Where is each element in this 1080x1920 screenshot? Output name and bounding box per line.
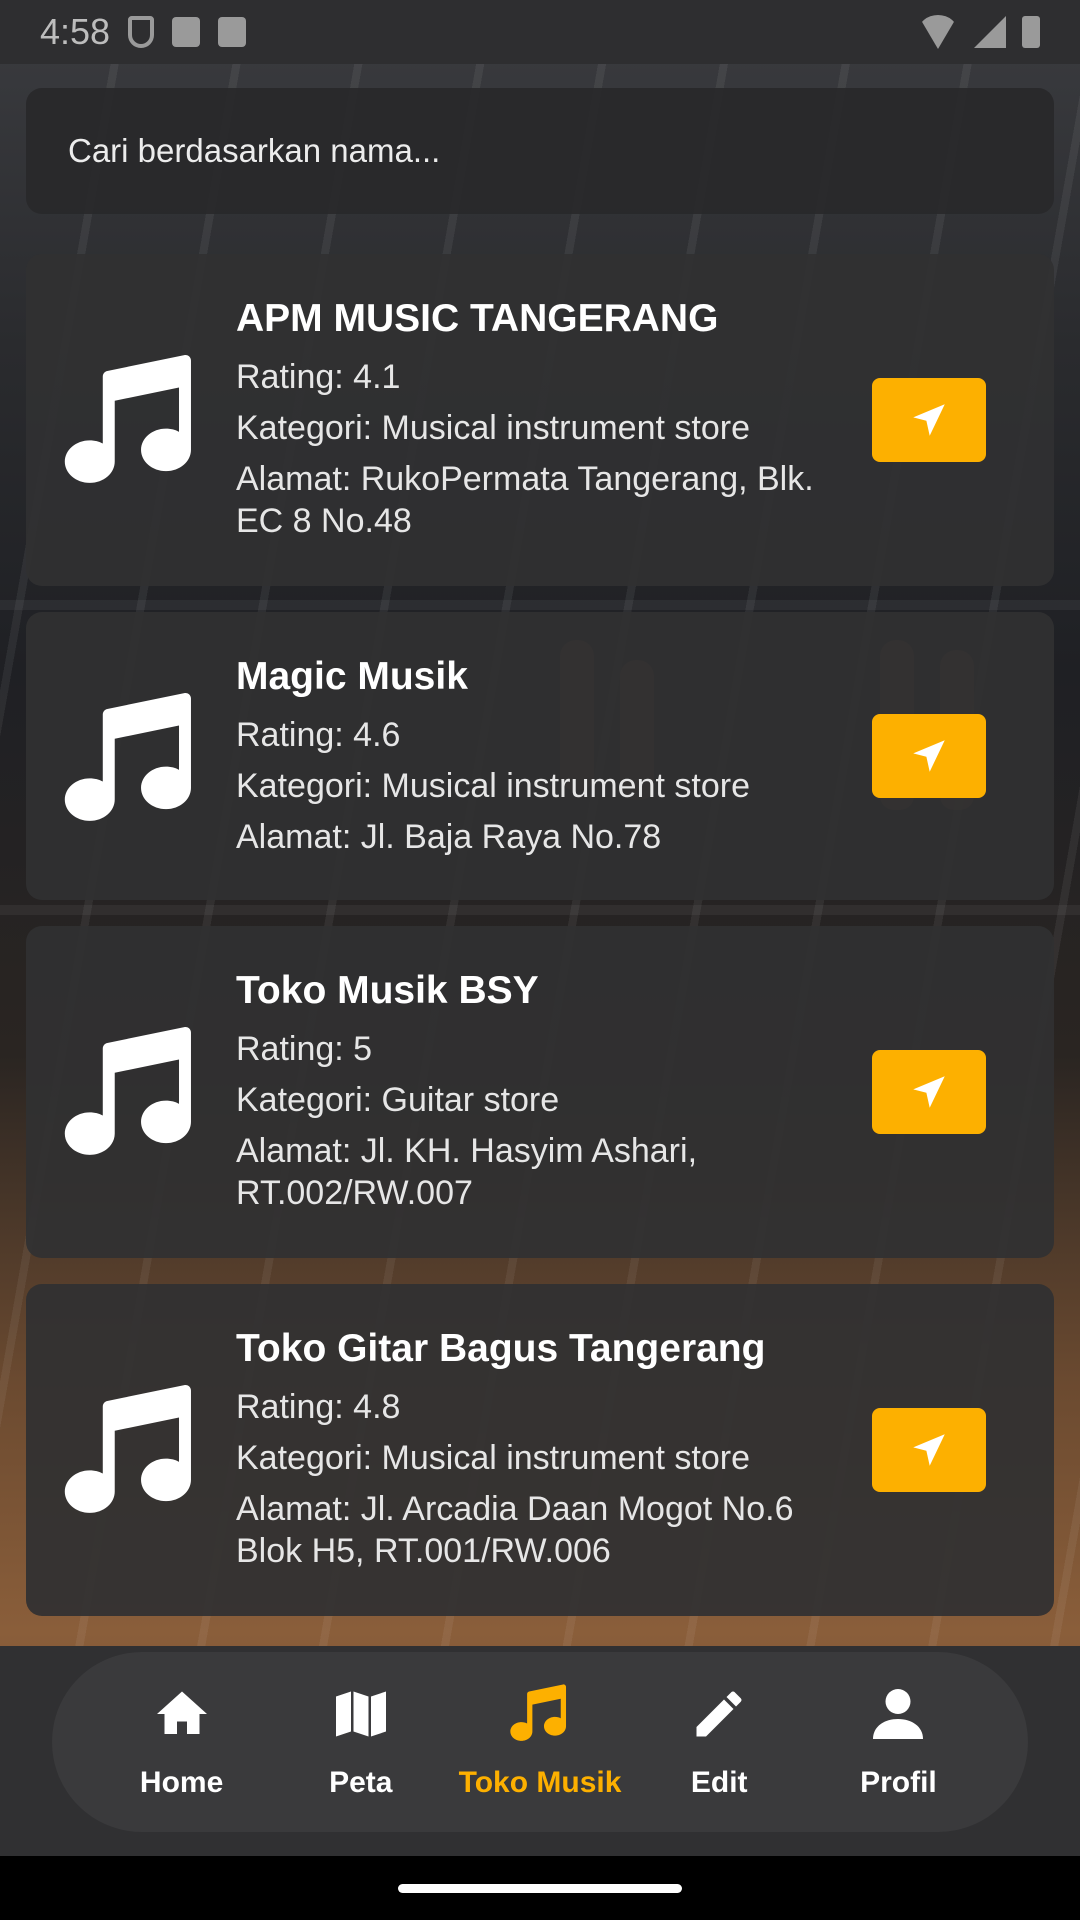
home-icon [156,1691,207,1734]
battery-icon [1022,16,1040,48]
search-bar[interactable] [26,88,1054,214]
navigate-button[interactable] [872,1050,986,1134]
music-note-icon [64,1384,191,1513]
nav-label-toko-musik: Toko Musik [458,1766,622,1799]
shield-icon [128,16,155,48]
store-name: Magic Musik [236,655,468,698]
store-category: Kategori: Musical instrument store [236,767,750,805]
store-category: Kategori: Musical instrument store [236,409,750,447]
store-card[interactable]: Toko Musik BSY Rating: 5 Kategori: Guita… [26,926,1054,1258]
store-rating: Rating: 4.8 [236,1388,401,1426]
store-category: Kategori: Musical instrument store [236,1439,750,1477]
pencil-icon [696,1691,742,1737]
music-note-icon [510,1684,567,1741]
background-shelf [0,905,1080,915]
wifi-icon [918,15,958,49]
store-category: Kategori: Guitar store [236,1081,560,1119]
bottom-navigation: Home Peta Toko Musik Edit Profil [52,1652,1028,1832]
status-time: 4:58 [40,11,111,52]
store-name: Toko Musik BSY [236,969,539,1012]
cellular-signal-icon [974,16,1006,48]
store-rating: Rating: 4.6 [236,716,401,754]
nav-label-profil: Profil [860,1766,937,1799]
navigation-arrow-icon [913,1076,945,1108]
nav-item-profil[interactable]: Profil [809,1652,988,1832]
nav-label-peta: Peta [329,1766,393,1799]
nav-label-edit: Edit [690,1766,748,1799]
store-address: Alamat: Jl. KH. Hasyim Ashari, RT.002/RW… [236,1132,698,1212]
music-note-icon [64,354,191,483]
navigate-button[interactable] [872,1408,986,1492]
navigate-button[interactable] [872,714,986,798]
store-rating: Rating: 5 [236,1030,373,1068]
gesture-handle[interactable] [398,1884,682,1893]
store-name: Toko Gitar Bagus Tangerang [236,1327,766,1370]
navigation-arrow-icon [913,404,945,436]
person-icon [873,1689,924,1739]
music-note-icon [64,692,191,821]
store-card[interactable]: Toko Gitar Bagus Tangerang Rating: 4.8 K… [26,1284,1054,1616]
nav-item-peta[interactable]: Peta [271,1652,450,1832]
store-name: APM MUSIC TANGERANG [236,297,719,340]
store-address: Alamat: RukoPermata Tangerang, Blk. EC 8… [236,460,814,540]
nav-label-home: Home [139,1766,224,1799]
store-card[interactable]: APM MUSIC TANGERANG Rating: 4.1 Kategori… [26,254,1054,586]
map-icon [335,1691,386,1737]
store-address: Alamat: Jl. Arcadia Daan Mogot No.6 Blok… [236,1490,794,1570]
nav-item-toko-musik[interactable]: Toko Musik [450,1652,629,1832]
keyboard-icon [172,17,201,47]
navigate-button[interactable] [872,378,986,462]
sd-card-icon [218,17,247,47]
search-input[interactable] [66,131,1014,171]
navigation-arrow-icon [913,740,945,772]
nav-item-edit[interactable]: Edit [630,1652,809,1832]
navigation-arrow-icon [913,1434,945,1466]
store-address: Alamat: Jl. Baja Raya No.78 [236,818,662,856]
background-shelf [0,600,1080,610]
music-note-icon [64,1026,191,1155]
nav-item-home[interactable]: Home [92,1652,271,1832]
store-card[interactable]: Magic Musik Rating: 4.6 Kategori: Musica… [26,612,1054,900]
store-rating: Rating: 4.1 [236,358,401,396]
status-bar: 4:58 [0,0,1080,64]
